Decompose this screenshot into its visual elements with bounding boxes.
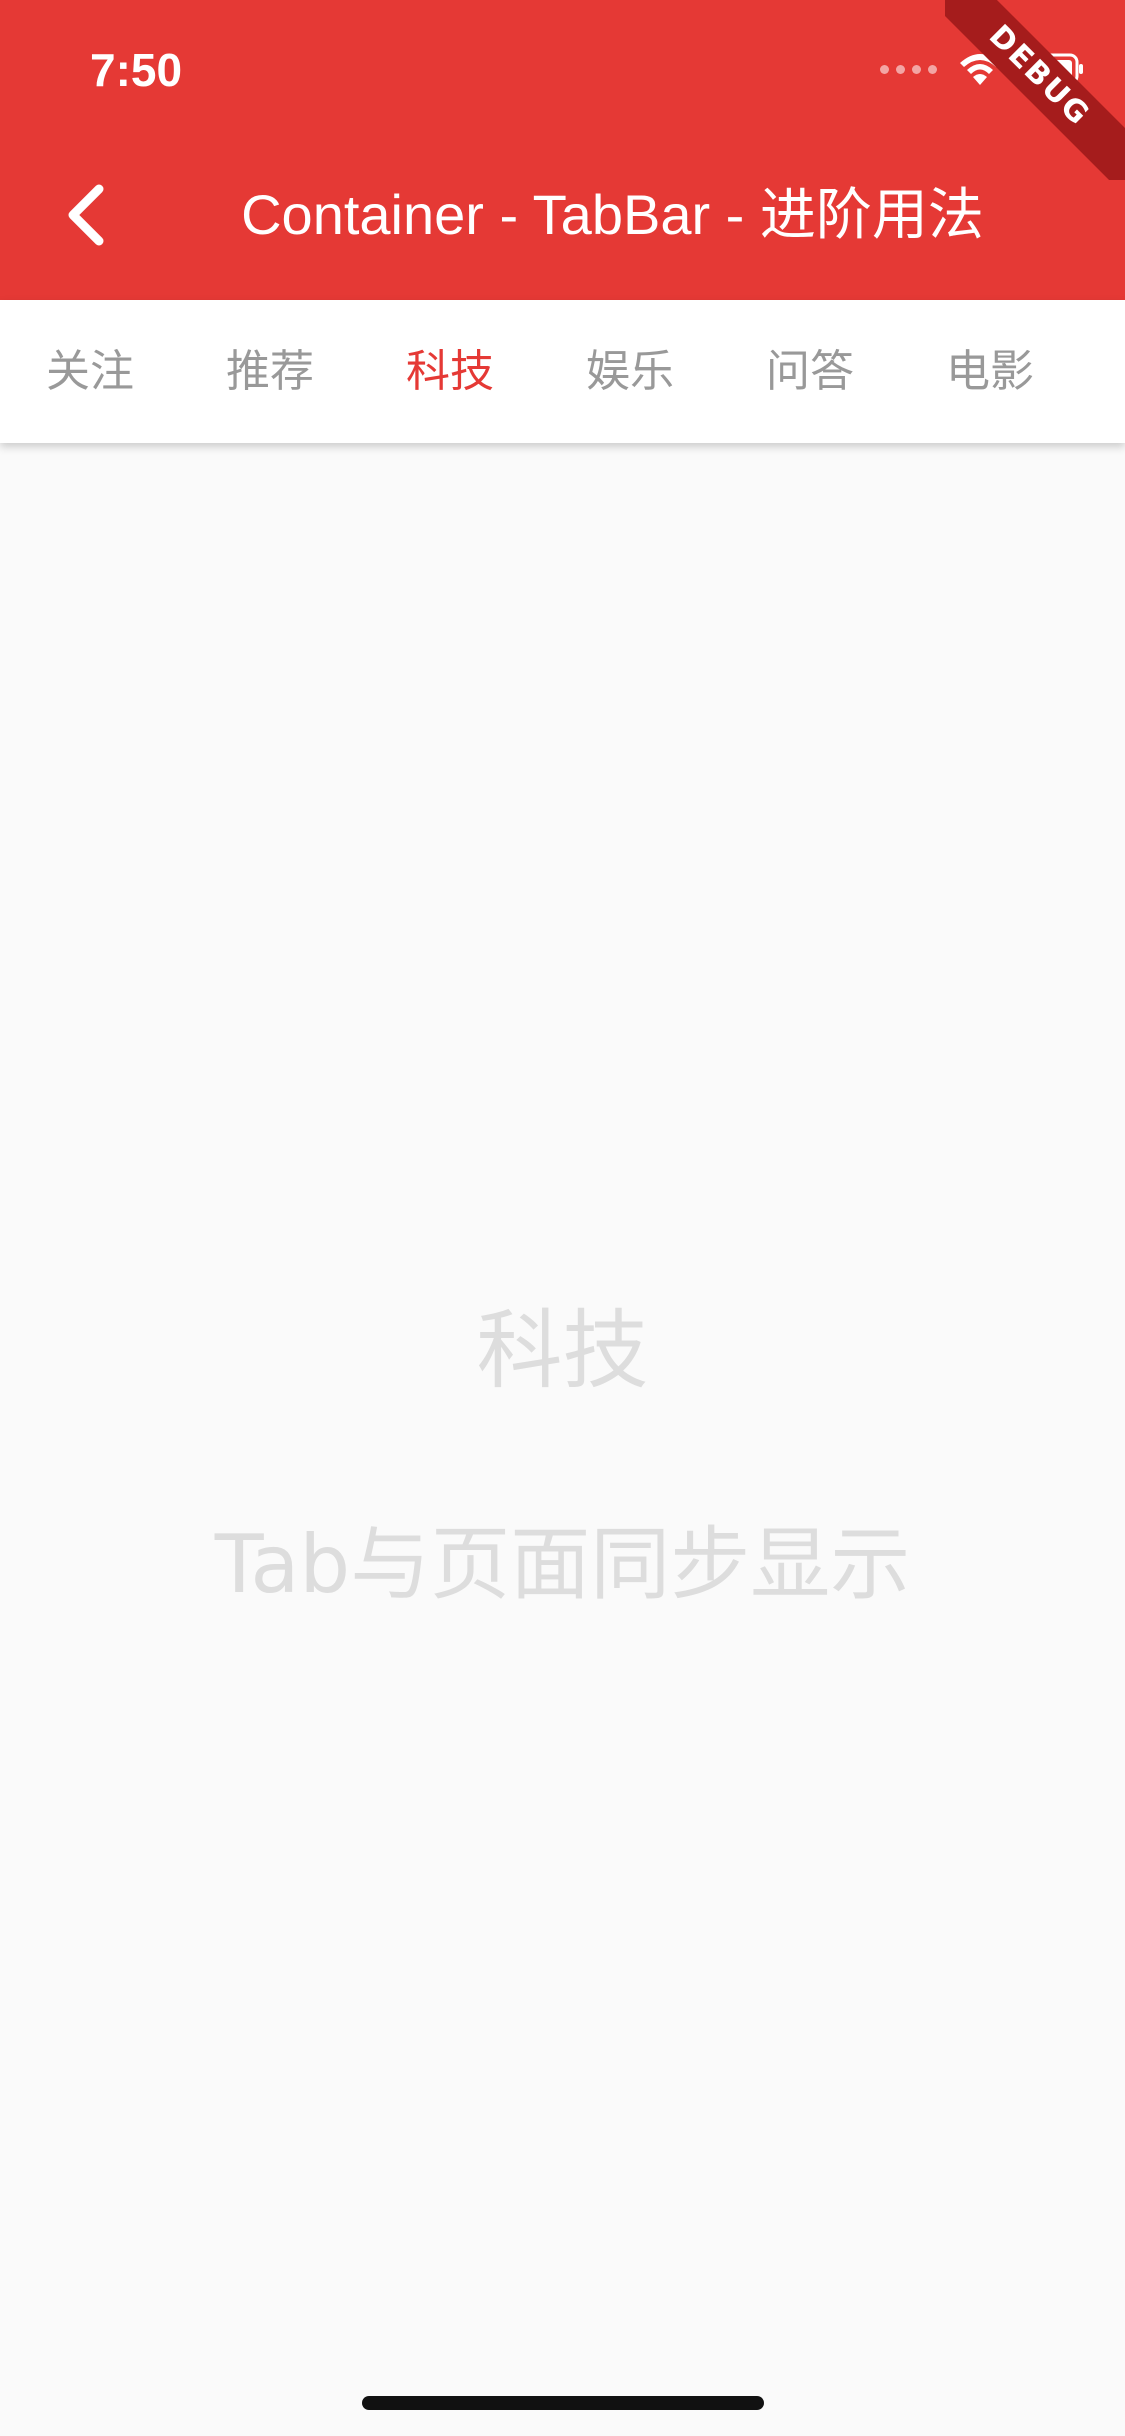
status-time: 7:50 <box>90 44 183 96</box>
status-icons <box>880 44 1085 94</box>
tab-keji[interactable]: 科技 <box>360 300 540 443</box>
tab-guanzhu[interactable]: 关注 <box>0 300 180 443</box>
home-indicator[interactable] <box>362 2396 764 2410</box>
page-title: Container - TabBar - 进阶用法 <box>241 183 984 246</box>
tab-wenda[interactable]: 问答 <box>720 300 900 443</box>
tab-tuijian[interactable]: 推荐 <box>180 300 360 443</box>
back-button[interactable] <box>40 170 130 260</box>
signal-dots-icon <box>880 64 937 74</box>
tab-yule[interactable]: 娱乐 <box>540 300 720 443</box>
app-bar: 7:50 Container - TabBar - 进阶用法 <box>0 0 1125 300</box>
content-subtitle: Tab与页面同步显示 <box>214 1518 911 1611</box>
battery-icon <box>1023 52 1085 86</box>
chevron-left-icon <box>68 184 104 246</box>
tab-bar: 关注 推荐 科技 娱乐 问答 电影 <box>0 300 1125 443</box>
wifi-icon <box>957 51 1003 87</box>
tab-dianying[interactable]: 电影 <box>900 300 1080 443</box>
content-title: 科技 <box>476 1301 649 1401</box>
screen: 7:50 Container - TabBar - 进阶用法 DEBUG 关注 … <box>0 0 1125 2436</box>
